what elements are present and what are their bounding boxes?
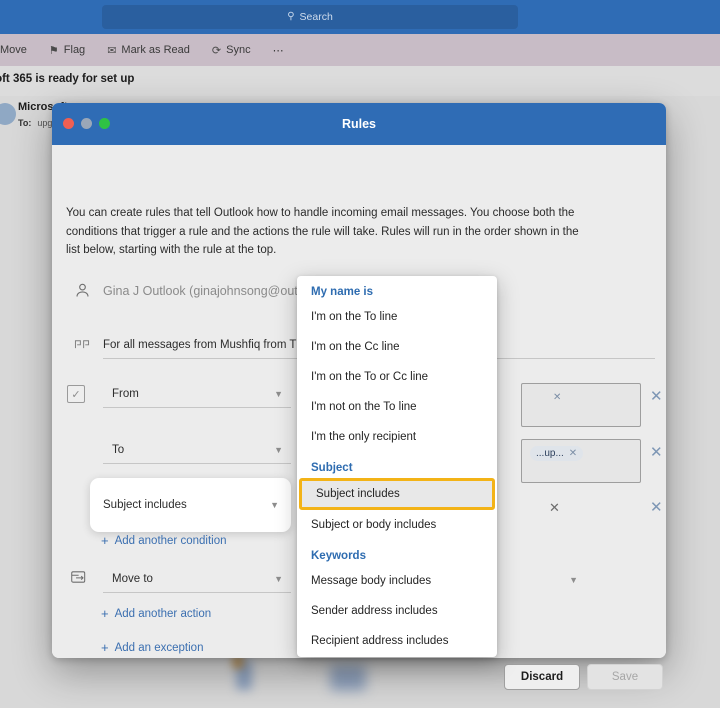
toolbar-sync-button[interactable]: ⟳ Sync xyxy=(201,34,262,66)
action-field-label: Move to xyxy=(112,573,153,585)
screen: ⚲ Search Move ⚑ Flag ✉ Mark as Read ⟳ Sy… xyxy=(0,0,720,708)
close-icon[interactable]: ✕ xyxy=(553,392,561,403)
toolbar-flag-label: Flag xyxy=(63,44,86,56)
remove-condition-button-1[interactable]: ✕ xyxy=(650,445,663,460)
maximize-icon[interactable] xyxy=(99,118,110,129)
remove-condition-button-0[interactable]: ✕ xyxy=(650,389,663,404)
dropdown-group-header: My name is xyxy=(311,286,373,298)
plus-icon: + xyxy=(101,606,109,621)
add-another-condition-button[interactable]: + Add another condition xyxy=(101,533,226,548)
discard-button[interactable]: Discard xyxy=(504,664,580,690)
condition-field-select-0[interactable]: From ▼ xyxy=(103,381,291,408)
condition-chip-clear-2[interactable]: ✕ xyxy=(549,501,560,514)
add-an-exception-label: Add an exception xyxy=(114,641,204,654)
condition-field-select-1[interactable]: To ▼ xyxy=(103,437,291,464)
mail-banner-text: Microsoft 365 is ready for set up xyxy=(0,73,135,85)
close-icon[interactable] xyxy=(63,118,74,129)
toolbar-overflow-button[interactable]: ⋯ xyxy=(262,34,295,66)
dropdown-item[interactable]: I'm the only recipient xyxy=(297,422,497,452)
folder-move-icon xyxy=(70,569,89,588)
search-input[interactable]: ⚲ Search xyxy=(102,5,518,29)
add-another-action-button[interactable]: + Add another action xyxy=(101,606,211,621)
add-another-action-label: Add another action xyxy=(114,607,212,620)
action-field-select[interactable]: Move to ▼ xyxy=(103,566,291,593)
condition-field-label-2: Subject includes xyxy=(103,499,187,511)
condition-value-input-0[interactable] xyxy=(521,383,641,427)
window-controls xyxy=(63,118,110,129)
mail-to-label: To: xyxy=(18,118,32,128)
background-blur-shape xyxy=(330,665,366,691)
dropdown-item-selected[interactable]: Subject includes xyxy=(299,478,495,510)
dialog-title: Rules xyxy=(341,117,377,131)
chevron-down-icon: ▼ xyxy=(274,445,283,455)
sync-icon: ⟳ xyxy=(211,44,222,57)
toolbar-mark-as-read-button[interactable]: ✉ Mark as Read xyxy=(96,34,201,66)
dropdown-item[interactable]: I'm on the To or Cc line xyxy=(297,362,497,392)
dropdown-item[interactable]: Sender address includes xyxy=(297,596,497,626)
remove-condition-button-2[interactable]: ✕ xyxy=(650,500,663,515)
search-placeholder: Search xyxy=(299,11,333,23)
save-button: Save xyxy=(587,664,663,690)
condition-chip-label-1: ...up... xyxy=(536,448,564,459)
flag-icon: ⚑ xyxy=(48,44,59,57)
dropdown-group-header: Subject xyxy=(311,462,353,474)
dropdown-group-header: Keywords xyxy=(311,550,366,562)
dialog-title-bar: Rules xyxy=(52,103,666,145)
dialog-description: You can create rules that tell Outlook h… xyxy=(66,207,579,257)
condition-field-select-2[interactable]: Subject includes ▼ xyxy=(90,478,291,532)
chevron-down-icon: ▼ xyxy=(274,389,283,399)
minimize-icon[interactable] xyxy=(81,118,92,129)
condition-chip-1[interactable]: ...up... ✕ xyxy=(530,446,584,461)
toolbar-mark-as-read-label: Mark as Read xyxy=(121,44,190,56)
app-toolbar: Move ⚑ Flag ✉ Mark as Read ⟳ Sync ⋯ xyxy=(0,34,720,66)
condition-chip-0[interactable]: ✕ xyxy=(542,390,567,405)
chevron-down-icon: ▼ xyxy=(274,574,283,584)
dropdown-item[interactable]: I'm on the To line xyxy=(297,302,497,332)
app-title-bar: ⚲ Search xyxy=(0,0,720,34)
condition-field-label-0: From xyxy=(112,388,139,400)
add-another-condition-label: Add another condition xyxy=(114,534,227,547)
toolbar-move-button[interactable]: Move xyxy=(0,34,38,66)
condition-field-label-1: To xyxy=(112,444,125,456)
chevron-down-icon: ▼ xyxy=(270,500,279,510)
close-icon[interactable]: ✕ xyxy=(569,448,577,459)
dropdown-item[interactable]: I'm not on the To line xyxy=(297,392,497,422)
toolbar-move-label: Move xyxy=(0,44,27,56)
dropdown-item[interactable]: Subject or body includes xyxy=(297,510,497,540)
dropdown-item[interactable]: Recipient address includes xyxy=(297,626,497,656)
dropdown-item[interactable]: I'm on the Cc line xyxy=(297,332,497,362)
plus-icon: + xyxy=(101,533,109,548)
chevron-down-icon: ▼ xyxy=(569,574,578,585)
plus-icon: + xyxy=(101,640,109,655)
condition-field-dropdown[interactable]: My name is I'm on the To line I'm on the C… xyxy=(297,276,497,657)
toolbar-sync-label: Sync xyxy=(226,44,251,56)
condition-enabled-checkbox[interactable]: ✓ xyxy=(67,385,85,403)
envelope-icon: ✉ xyxy=(107,44,117,57)
person-icon xyxy=(74,282,91,302)
search-icon: ⚲ xyxy=(287,11,295,22)
ellipsis-icon: ⋯ xyxy=(272,44,284,57)
mail-banner: Microsoft 365 is ready for set up xyxy=(0,66,720,96)
dropdown-item[interactable]: Message body includes xyxy=(297,566,497,596)
rule-name-input[interactable]: For all messages from Mushfiq from T xyxy=(103,339,296,351)
toolbar-flag-button[interactable]: ⚑ Flag xyxy=(38,34,96,66)
add-an-exception-button[interactable]: + Add an exception xyxy=(101,640,203,655)
quote-icon xyxy=(73,337,91,354)
